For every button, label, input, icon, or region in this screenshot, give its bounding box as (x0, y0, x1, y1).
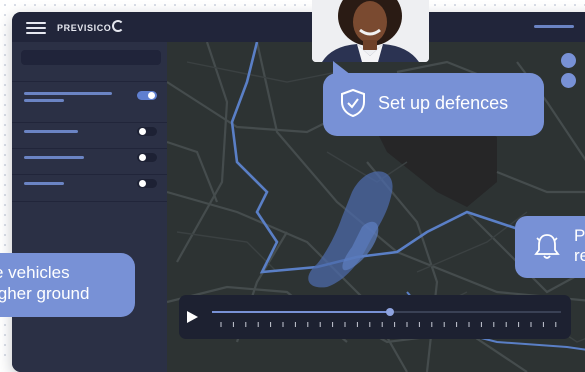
layer-sublabel-placeholder (24, 99, 64, 102)
layer-toggle-4[interactable] (137, 179, 157, 188)
bubble-tail (333, 61, 351, 75)
bell-icon (534, 234, 560, 259)
layer-row-2 (12, 122, 167, 149)
layer-label-placeholder (24, 130, 78, 133)
app-window: PREVISICO (12, 12, 585, 372)
toggle-knob (139, 128, 146, 135)
brand-mark-icon (112, 20, 125, 32)
layer-row-3 (12, 148, 167, 175)
timeline-handle[interactable] (385, 308, 394, 316)
notification-alert[interactable]: P re (515, 216, 585, 278)
layer-row-1 (12, 81, 167, 123)
search-input[interactable] (21, 50, 161, 65)
brand-logo: PREVISICO (57, 20, 125, 33)
toggle-knob (148, 92, 155, 99)
flood-area (308, 171, 393, 288)
timeline-scrubber[interactable] (179, 295, 571, 339)
notification-label: Set up defences (378, 93, 509, 113)
layer-label-placeholder (24, 182, 64, 185)
sidebar (12, 42, 167, 372)
notification-move-vehicles[interactable]: e vehicles igher ground (0, 253, 135, 317)
toggle-knob (139, 180, 146, 187)
notification-set-up-defences[interactable]: Set up defences (323, 61, 544, 136)
shield-check-icon (341, 88, 365, 118)
layer-row-4 (12, 174, 167, 202)
status-dot-2 (561, 73, 576, 88)
top-bar: PREVISICO (12, 12, 585, 42)
notification-label: e vehicles igher ground (0, 263, 90, 303)
person-portrait-image (312, 0, 429, 62)
timeline-player (179, 295, 571, 339)
hamburger-menu-icon[interactable] (26, 22, 46, 34)
toggle-knob (139, 154, 146, 161)
layer-toggle-2[interactable] (137, 127, 157, 136)
topbar-indicator (534, 25, 574, 28)
layer-label-placeholder (24, 92, 112, 95)
status-dot-1 (561, 53, 576, 68)
layer-toggle-1[interactable] (137, 91, 157, 100)
operator-photo (312, 0, 429, 62)
brand-name: PREVISICO (57, 23, 112, 33)
layer-toggle-3[interactable] (137, 153, 157, 162)
layer-label-placeholder (24, 156, 84, 159)
notification-label: P re (574, 226, 585, 265)
